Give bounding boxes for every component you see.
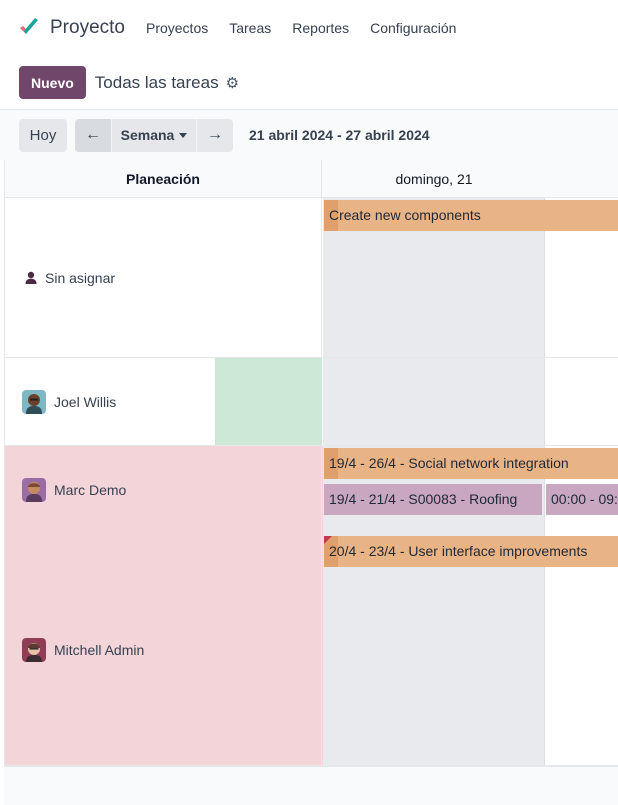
- gantt-row-joel-willis: Joel Willis: [5, 358, 618, 446]
- next-period-button[interactable]: →: [197, 118, 233, 152]
- app-name[interactable]: Proyecto: [50, 17, 125, 39]
- avatar: [22, 637, 46, 662]
- row-label[interactable]: Mitchell Admin: [5, 534, 322, 765]
- page-title: Todas las tareas: [94, 72, 219, 92]
- gear-icon[interactable]: ⚙: [226, 74, 239, 92]
- previous-period-button[interactable]: ←: [75, 118, 111, 152]
- pill-label: 19/4 - 26/4 - Social network integration: [329, 455, 569, 471]
- row-label-text: Joel Willis: [54, 393, 117, 410]
- control-panel: Nuevo Todas las tareas ⚙: [0, 56, 618, 110]
- nav-item-proyectos[interactable]: Proyectos: [146, 20, 208, 36]
- gantt-pill-task[interactable]: 00:00 - 09:00: [546, 484, 618, 515]
- project-app-logo-icon[interactable]: [18, 17, 40, 39]
- today-button[interactable]: Hoy: [19, 118, 67, 152]
- gantt-footer: [4, 766, 618, 805]
- gantt-pill-task[interactable]: 19/4 - 21/4 - S00083 - Roofing: [324, 484, 542, 515]
- gantt-cell[interactable]: [545, 534, 618, 765]
- gantt-header-day: domingo, 21: [395, 171, 473, 187]
- row-label-text: Mitchell Admin: [54, 641, 145, 658]
- scale-dropdown[interactable]: Semana: [111, 118, 197, 152]
- row-label[interactable]: Marc Demo: [5, 446, 322, 534]
- gantt-row-marc-demo: Marc Demo 19/4 - 26/4 - Social network i…: [5, 446, 618, 534]
- caret-down-icon: [179, 132, 188, 138]
- gantt-header: Planeación domingo, 21: [5, 160, 618, 198]
- nav-item-tareas[interactable]: Tareas: [229, 20, 271, 36]
- row-label-text: Marc Demo: [54, 482, 127, 498]
- user-icon: [25, 271, 37, 284]
- arrow-left-icon: ←: [85, 126, 101, 143]
- pill-label: Create new components: [329, 207, 481, 223]
- date-range: 21 abril 2024 - 27 abril 2024: [249, 127, 430, 143]
- nav-item-configuracion[interactable]: Configuración: [370, 20, 456, 36]
- row-label[interactable]: Joel Willis: [5, 358, 322, 445]
- gantt-header-title: Planeación: [5, 160, 322, 198]
- pill-label: 19/4 - 21/4 - S00083 - Roofing: [329, 491, 518, 507]
- gantt-pill-task[interactable]: 19/4 - 26/4 - Social network integration: [324, 448, 618, 479]
- avatar: [22, 389, 46, 414]
- top-navbar: Proyecto Proyectos Tareas Reportes Confi…: [0, 0, 618, 56]
- gantt-cell[interactable]: [323, 358, 545, 445]
- new-button[interactable]: Nuevo: [19, 66, 86, 99]
- row-label[interactable]: Sin asignar: [5, 198, 322, 357]
- gantt-pill-task[interactable]: Create new components: [324, 200, 618, 231]
- arrow-right-icon: →: [207, 126, 223, 143]
- gantt-toolbar: Hoy ← Semana → 21 abril 2024 - 27 abril …: [0, 110, 618, 160]
- nav-item-reportes[interactable]: Reportes: [292, 20, 349, 36]
- pill-label: 20/4 - 23/4 - User interface improvement…: [329, 543, 588, 559]
- gantt-cell[interactable]: [545, 358, 618, 445]
- pill-label: 00:00 - 09:00: [551, 491, 618, 507]
- gantt-cell[interactable]: [323, 534, 545, 765]
- gantt-view: Planeación domingo, 21 Sin asignar Creat…: [4, 160, 618, 766]
- avatar: [22, 478, 46, 502]
- row-label-text: Sin asignar: [45, 269, 116, 286]
- gantt-pill-task[interactable]: 20/4 - 23/4 - User interface improvement…: [324, 536, 618, 567]
- gantt-row-sin-asignar: Sin asignar Create new components: [5, 198, 618, 358]
- scale-label: Semana: [120, 127, 175, 143]
- availability-cell: [215, 358, 322, 445]
- gantt-row-mitchell-admin: Mitchell Admin 20/4 - 23/4 - User interf…: [5, 534, 618, 766]
